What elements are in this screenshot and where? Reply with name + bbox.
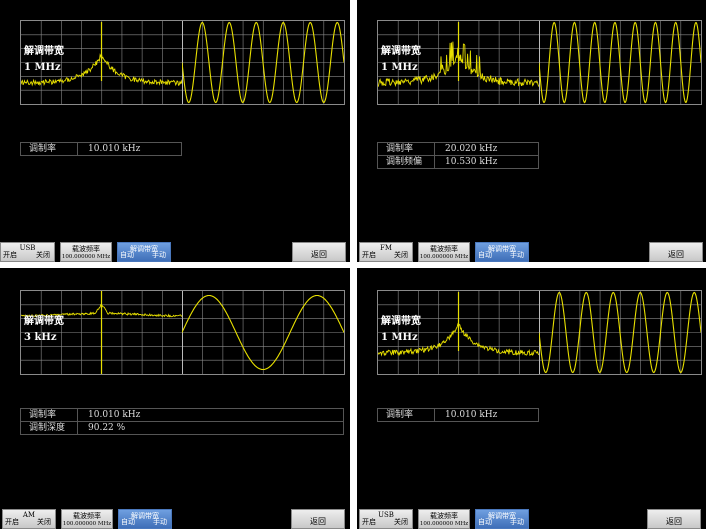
- demod-bw-title: 解调带宽: [24, 46, 64, 57]
- mode-off-option: 关闭: [394, 251, 408, 259]
- waveform-curve: [539, 291, 701, 374]
- mode-on-option: 开启: [362, 251, 376, 259]
- back-button-label: 返回: [666, 517, 682, 526]
- demod-bw-manual-option: 手动: [510, 251, 524, 259]
- readout-value: 10.010 kHz: [445, 410, 498, 420]
- carrier-frequency-softkey[interactable]: 载波频率 100.000000 MHz: [418, 242, 470, 262]
- mode-on-option: 开启: [362, 518, 376, 526]
- back-button-label: 返回: [310, 517, 326, 526]
- demod-bw-value: 3 kHz: [24, 332, 57, 343]
- back-button-label: 返回: [668, 250, 684, 259]
- carrier-frequency-title: 载波频率: [73, 512, 101, 520]
- carrier-frequency-value: 100.000000 MHz: [419, 521, 469, 527]
- readout-row: 调制率 10.010 kHz: [378, 409, 538, 421]
- carrier-frequency-value: 100.000000 MHz: [61, 254, 111, 260]
- measurement-readout: 调制率 10.010 kHz 调制深度 90.22 %: [20, 408, 344, 435]
- readout-value: 20.020 kHz: [445, 144, 498, 154]
- mode-softkey[interactable]: AM 开启 关闭: [2, 509, 56, 529]
- readout-value: 90.22 %: [88, 423, 126, 433]
- demod-display: 解调带宽 1 MHz: [377, 290, 702, 375]
- mode-softkey[interactable]: USB 开启 关闭: [359, 509, 413, 529]
- measurement-readout: 调制率 10.010 kHz: [20, 142, 182, 156]
- demod-bw-title: 解调带宽: [381, 316, 421, 327]
- analyzer-screen-fm: 解调带宽 1 MHz 调制率 20.020 kHz 调制频偏 10.530 kH…: [357, 0, 706, 262]
- readout-row: 调制频偏 10.530 kHz: [378, 156, 538, 168]
- demod-display: 解调带宽 3 kHz: [20, 290, 345, 375]
- mode-softkey[interactable]: USB 开启 关闭: [0, 242, 55, 262]
- mode-off-option: 关闭: [394, 518, 408, 526]
- demod-bw-value: 1 MHz: [24, 62, 61, 73]
- readout-row: 调制率 10.010 kHz: [21, 143, 181, 155]
- waveform-curve: [539, 21, 701, 104]
- back-button[interactable]: 返回: [647, 509, 701, 529]
- softkey-bar: AM 开启 关闭 载波频率 100.000000 MHz 解调带宽 自动 手动 …: [0, 507, 350, 529]
- carrier-frequency-softkey[interactable]: 载波频率 100.000000 MHz: [61, 509, 113, 529]
- softkey-bar: USB 开启 关闭 载波频率 100.000000 MHz 解调带宽 自动 手动…: [0, 240, 350, 262]
- back-button-label: 返回: [311, 250, 327, 259]
- back-button[interactable]: 返回: [291, 509, 345, 529]
- demod-bw-auto-option: 自动: [478, 251, 492, 259]
- demod-bw-title: 解调带宽: [381, 46, 421, 57]
- carrier-frequency-softkey[interactable]: 载波频率 100.000000 MHz: [60, 242, 112, 262]
- demod-bw-auto-option: 自动: [120, 251, 134, 259]
- softkey-bar: USB 开启 关闭 载波频率 100.000000 MHz 解调带宽 自动 手动…: [357, 507, 706, 529]
- mode-softkey[interactable]: FM 开启 关闭: [359, 242, 413, 262]
- waveform-trace: [182, 21, 344, 104]
- carrier-frequency-title: 载波频率: [430, 512, 458, 520]
- measurement-readout: 调制率 10.010 kHz: [377, 408, 539, 422]
- mode-on-option: 开启: [3, 251, 17, 259]
- carrier-frequency-title: 载波频率: [430, 245, 458, 253]
- mode-off-option: 关闭: [36, 251, 50, 259]
- measurement-readout: 调制率 20.020 kHz 调制频偏 10.530 kHz: [377, 142, 539, 169]
- readout-label: 调制率: [21, 143, 78, 155]
- mode-on-option: 开启: [5, 518, 19, 526]
- analyzer-screen-usb-bottom: 解调带宽 1 MHz 调制率 10.010 kHz USB 开启 关闭 载波频率…: [357, 268, 706, 529]
- demod-bw-manual-option: 手动: [152, 251, 166, 259]
- demod-bw-softkey[interactable]: 解调带宽 自动 手动: [118, 509, 172, 529]
- waveform-trace: [539, 21, 701, 104]
- demod-bw-manual-option: 手动: [153, 518, 167, 526]
- demod-bw-softkey[interactable]: 解调带宽 自动 手动: [475, 242, 529, 262]
- demod-display: 解调带宽 1 MHz: [377, 20, 702, 105]
- carrier-frequency-title: 载波频率: [72, 245, 100, 253]
- readout-row: 调制率 10.010 kHz: [21, 409, 343, 422]
- waveform-curve: [182, 294, 344, 371]
- carrier-frequency-value: 100.000000 MHz: [62, 521, 112, 527]
- demod-bw-softkey[interactable]: 解调带宽 自动 手动: [475, 509, 529, 529]
- readout-value: 10.010 kHz: [88, 144, 141, 154]
- readout-value: 10.010 kHz: [88, 410, 141, 420]
- demod-bw-auto-option: 自动: [478, 518, 492, 526]
- demod-display: 解调带宽 1 MHz: [20, 20, 345, 105]
- waveform-trace: [182, 294, 344, 371]
- readout-label: 调制频偏: [378, 156, 435, 168]
- demod-bw-title: 解调带宽: [24, 316, 64, 327]
- back-button[interactable]: 返回: [292, 242, 346, 262]
- waveform-trace: [539, 291, 701, 374]
- demod-bw-value: 1 MHz: [381, 332, 418, 343]
- readout-row: 调制深度 90.22 %: [21, 422, 343, 434]
- readout-label: 调制率: [21, 409, 78, 421]
- waveform-curve: [182, 21, 344, 104]
- softkey-bar: FM 开启 关闭 载波频率 100.000000 MHz 解调带宽 自动 手动 …: [357, 240, 706, 262]
- demod-bw-value: 1 MHz: [381, 62, 418, 73]
- mode-off-option: 关闭: [37, 518, 51, 526]
- readout-label: 调制率: [378, 409, 435, 421]
- demod-bw-softkey[interactable]: 解调带宽 自动 手动: [117, 242, 171, 262]
- demod-bw-manual-option: 手动: [510, 518, 524, 526]
- readout-value: 10.530 kHz: [445, 157, 498, 167]
- analyzer-screen-usb-top: 解调带宽 1 MHz 调制率 10.010 kHz USB 开启 关闭 载波频率…: [0, 0, 350, 262]
- demod-bw-auto-option: 自动: [121, 518, 135, 526]
- readout-label: 调制深度: [21, 422, 78, 434]
- readout-row: 调制率 20.020 kHz: [378, 143, 538, 156]
- carrier-frequency-softkey[interactable]: 载波频率 100.000000 MHz: [418, 509, 470, 529]
- back-button[interactable]: 返回: [649, 242, 703, 262]
- analyzer-screen-am: 解调带宽 3 kHz 调制率 10.010 kHz 调制深度 90.22 % A…: [0, 268, 350, 529]
- readout-label: 调制率: [378, 143, 435, 155]
- carrier-frequency-value: 100.000000 MHz: [419, 254, 469, 260]
